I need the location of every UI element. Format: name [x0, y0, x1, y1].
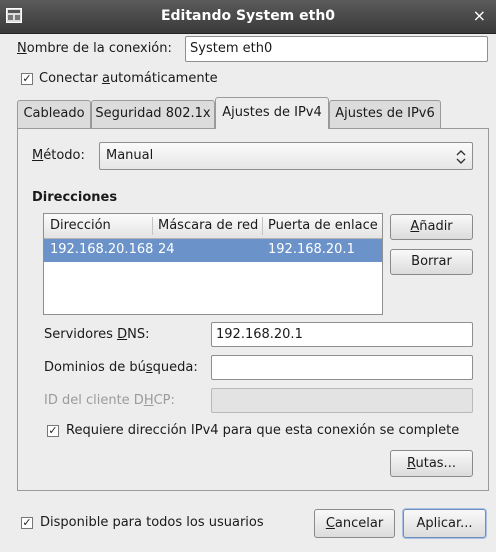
tab-seguridad-8021x[interactable]: Seguridad 802.1x — [91, 100, 215, 128]
cancel-button[interactable]: Cancelar — [314, 509, 395, 538]
cell-address: 192.168.20.168 — [50, 242, 154, 257]
method-label: Método: — [32, 148, 85, 163]
column-header-gateway[interactable]: Puerta de enlace — [268, 218, 378, 233]
available-all-users-label: Disponible para todos los usuarios — [40, 515, 264, 530]
select-arrows-icon — [456, 150, 466, 164]
dhcp-client-id-input — [211, 388, 473, 413]
column-divider — [152, 217, 153, 235]
table-row[interactable]: 192.168.20.168 24 192.168.20.1 — [44, 239, 382, 262]
tab-ipv4[interactable]: Ajustes de IPv4 — [215, 97, 329, 129]
column-header-address[interactable]: Dirección — [50, 218, 111, 233]
routes-button[interactable]: Rutas... — [390, 450, 473, 477]
column-divider — [262, 217, 263, 235]
require-ipv4-label: Requiere dirección IPv4 para que esta co… — [66, 423, 460, 438]
search-domains-label: Dominios de búsqueda: — [44, 360, 198, 375]
addresses-heading: Direcciones — [32, 190, 118, 205]
delete-address-button[interactable]: Borrar — [390, 249, 473, 275]
method-select[interactable]: Manual — [99, 142, 473, 170]
apply-button[interactable]: Aplicar... — [403, 509, 486, 538]
window-title: Editando System eth0 — [160, 8, 336, 24]
connection-name-input[interactable]: System eth0 — [185, 36, 488, 62]
cell-netmask: 24 — [158, 242, 175, 257]
add-address-button[interactable]: Añadir — [390, 214, 473, 240]
dns-servers-input[interactable]: 192.168.20.1 — [211, 322, 473, 347]
title-bar[interactable]: Editando System eth0 × — [0, 0, 496, 34]
addresses-table[interactable]: Dirección Máscara de red Puerta de enlac… — [43, 213, 383, 315]
tab-cableado[interactable]: Cableado — [17, 100, 91, 128]
dns-servers-label: Servidores DNS: — [44, 327, 150, 342]
cell-gateway: 192.168.20.1 — [268, 242, 355, 257]
dhcp-client-id-label: ID del cliente DHCP: — [44, 393, 175, 408]
search-domains-input[interactable] — [211, 355, 473, 380]
table-header: Dirección Máscara de red Puerta de enlac… — [44, 214, 382, 239]
auto-connect-label: Conectar automáticamente — [39, 71, 218, 86]
auto-connect-checkbox[interactable]: ✓ — [21, 73, 33, 85]
tab-ipv6[interactable]: Ajustes de IPv6 — [329, 100, 441, 128]
column-header-netmask[interactable]: Máscara de red — [158, 218, 258, 233]
close-icon[interactable]: × — [473, 6, 486, 25]
connection-name-label: Nombre de la conexión: — [17, 41, 172, 56]
available-all-users-checkbox[interactable]: ✓ — [21, 517, 33, 529]
require-ipv4-checkbox[interactable]: ✓ — [47, 425, 59, 437]
